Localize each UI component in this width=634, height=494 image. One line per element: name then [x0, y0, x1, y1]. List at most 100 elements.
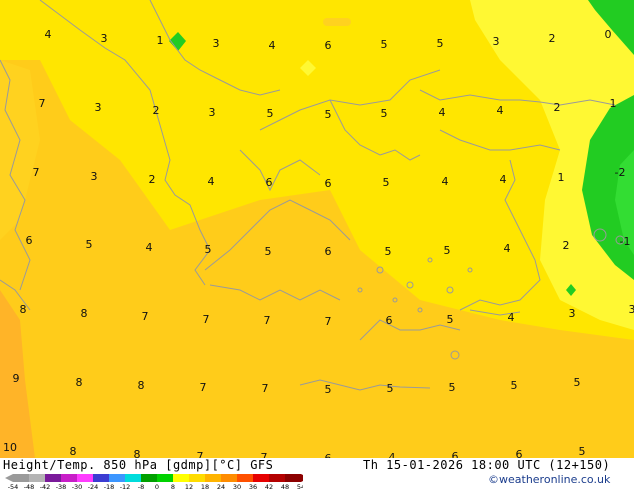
temperature-label: 5 [86, 238, 93, 251]
temperature-label: 5 [325, 108, 332, 121]
legend-swatch [269, 474, 285, 482]
temperature-label: 5 [574, 376, 581, 389]
legend-tick-label: 12 [185, 483, 193, 490]
temperature-label: 6 [516, 448, 523, 458]
temperature-label: 8 [138, 379, 145, 392]
legend-swatch [109, 474, 125, 482]
temperature-label: 8 [134, 448, 141, 458]
temperature-label: 7 [203, 313, 210, 326]
temperature-label: 3 [569, 307, 576, 320]
legend-tick-label: -48 [24, 483, 35, 490]
legend-arrow-right [301, 474, 303, 482]
legend-swatch [45, 474, 61, 482]
temperature-label: 5 [579, 445, 586, 458]
temperature-label: 3 [493, 35, 500, 48]
temperature-label: 6 [325, 245, 332, 258]
legend-swatch [221, 474, 237, 482]
legend-tick-label: 42 [265, 483, 273, 490]
temperature-label: 2 [554, 101, 561, 114]
temperature-label: 5 [385, 245, 392, 258]
temperature-label: 5 [511, 379, 518, 392]
legend-swatch [141, 474, 157, 482]
temperature-label: 7 [33, 166, 40, 179]
legend-swatch [61, 474, 77, 482]
temperature-label: 7 [325, 315, 332, 328]
temperature-label: 8 [20, 303, 27, 316]
temperature-label: 7 [262, 382, 269, 395]
temperature-label: 1 [157, 34, 164, 47]
temperature-label: 4 [497, 104, 504, 117]
legend-tick-label: 0 [155, 483, 159, 490]
temperature-label: 8 [76, 376, 83, 389]
temperature-label: 7 [197, 450, 204, 458]
temperature-label: 5 [437, 37, 444, 50]
legend-tick-label: 24 [217, 483, 225, 490]
legend-swatch [157, 474, 173, 482]
temperature-label: 5 [444, 244, 451, 257]
temperature-label: -2 [615, 166, 626, 179]
temperature-label: 3 [95, 101, 102, 114]
legend-tick-label: 30 [233, 483, 241, 490]
legend-tick-label: -42 [40, 483, 51, 490]
credit-link[interactable]: ©weatheronline.co.uk [488, 473, 610, 486]
small-warm-patch [323, 18, 351, 26]
legend-swatch [77, 474, 93, 482]
legend-swatch [173, 474, 189, 482]
temperature-label: 3 [213, 37, 220, 50]
legend-swatch [125, 474, 141, 482]
legend-tick-label: 8 [171, 483, 175, 490]
temperature-label: 7 [142, 310, 149, 323]
legend-tick-label: 48 [281, 483, 289, 490]
legend-tick-label: -24 [88, 483, 99, 490]
temperature-label: 9 [13, 372, 20, 385]
temperature-label: 5 [205, 243, 212, 256]
legend-tick-label: -8 [138, 483, 144, 490]
temperature-label: 3 [209, 106, 216, 119]
legend-swatch [189, 474, 205, 482]
temperature-label: 3 [101, 32, 108, 45]
temperature-label: 5 [383, 176, 390, 189]
temperature-label: 4 [269, 39, 276, 52]
temperature-label: 5 [447, 313, 454, 326]
temperature-label: 2 [153, 104, 160, 117]
temperature-label: 3 [629, 303, 634, 316]
legend-tick-label: 18 [201, 483, 209, 490]
legend-swatch [285, 474, 301, 482]
temperature-label: 0 [605, 28, 612, 41]
temperature-label: 4 [146, 241, 153, 254]
map-title: Height/Temp. 850 hPa [gdmp][°C] GFS [3, 458, 273, 472]
temperature-label: 5 [325, 383, 332, 396]
temperature-label: 2 [149, 173, 156, 186]
legend-swatch [93, 474, 109, 482]
legend-swatch [253, 474, 269, 482]
legend-tick-label: -54 [8, 483, 19, 490]
legend-swatch [13, 474, 29, 482]
temperature-label: 5 [381, 107, 388, 120]
legend-tick-label: -18 [104, 483, 115, 490]
temperature-label: -1 [620, 235, 631, 248]
legend-tick-label: -38 [56, 483, 67, 490]
temperature-label: 8 [70, 445, 77, 458]
temperature-label: 7 [39, 97, 46, 110]
temperature-label: 4 [45, 28, 52, 41]
temperature-label: 7 [200, 381, 207, 394]
temperature-label: 6 [386, 314, 393, 327]
temperature-label: 6 [26, 234, 33, 247]
temperature-label: 6 [325, 177, 332, 190]
temperature-label: 5 [381, 38, 388, 51]
weather-map: 4 3 1 3 4 6 5 5 3 2 0 7 3 2 3 5 5 5 4 4 2 1 7 3 2 4 6 6 5 4 4 1 -2 6 5 4 5 5 6… [0, 0, 634, 458]
temperature-label: 2 [549, 32, 556, 45]
temperature-label: 8 [81, 307, 88, 320]
temperature-label: 4 [389, 451, 396, 458]
temperature-label: 6 [325, 39, 332, 52]
temperature-label: 1 [610, 97, 617, 110]
temperature-label: 4 [508, 311, 515, 324]
temperature-label: 4 [500, 173, 507, 186]
temperature-label: 1 [558, 171, 565, 184]
temperature-label: 6 [266, 176, 273, 189]
temperature-label: 4 [439, 106, 446, 119]
temperature-label: 5 [387, 382, 394, 395]
temperature-label: 6 [452, 450, 459, 458]
legend-arrow-left [5, 474, 13, 482]
legend-tick-label: -12 [120, 483, 131, 490]
